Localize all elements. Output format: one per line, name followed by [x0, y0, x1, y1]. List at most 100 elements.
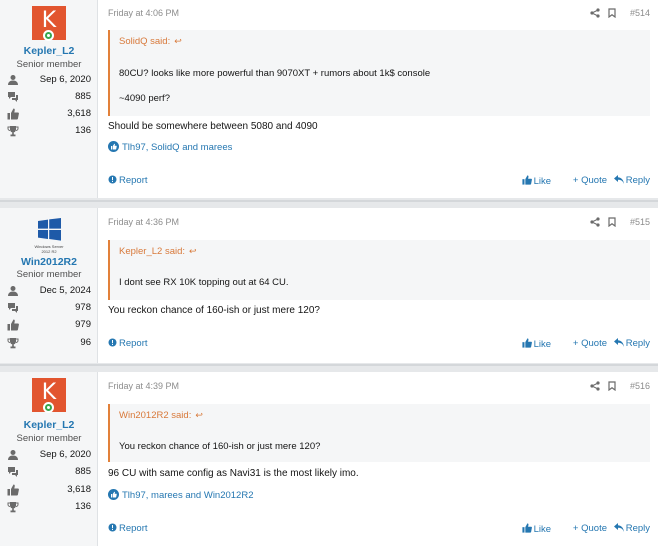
like-label[interactable]: Like [534, 339, 551, 350]
quote-block: Win2012R2 said: ↩ You reckon chance of 16… [108, 404, 650, 462]
like-label[interactable]: Like [534, 176, 551, 187]
quote-line: ~4090 perf? [119, 93, 170, 104]
quote-line: I dont see RX 10K topping out at 64 CU. [119, 277, 289, 288]
quote-author[interactable]: Win2012R2 said: ↩ [110, 404, 650, 426]
report-link[interactable]: Report [108, 338, 148, 349]
reply-icon [613, 338, 624, 347]
stat-points: 136 [7, 501, 91, 513]
like-reaction-icon [108, 141, 119, 152]
avatar-caption: Windows Server 2012 R2 [34, 244, 64, 254]
messages-icon [8, 92, 18, 102]
post-actions-top: #515 [590, 217, 650, 229]
username-link[interactable]: Win2012R2 [0, 256, 98, 268]
quote-button[interactable]: + Quote [573, 338, 607, 349]
quote-line: 80CU? looks like more powerful than 9070… [119, 68, 431, 79]
bookmark-icon[interactable] [608, 217, 616, 228]
joined-date: Sep 6, 2020 [39, 74, 91, 85]
user-panel: Windows Server 2012 R2 Win2012R2 Senior … [0, 208, 98, 363]
like-button[interactable]: Like [521, 175, 551, 187]
quote-block: SolidQ said: ↩ 80CU? looks like more powe… [108, 30, 650, 116]
post-message: Should be somewhere between 5080 and 409… [108, 121, 318, 132]
like-button[interactable]: Like [521, 523, 551, 535]
quote-author[interactable]: Kepler_L2 said: ↩ [110, 240, 650, 262]
quote-author-label[interactable]: Kepler_L2 said: [119, 246, 185, 257]
user-icon [8, 286, 18, 296]
report-label[interactable]: Report [119, 523, 148, 534]
quote-button[interactable]: + Quote [573, 175, 607, 186]
report-label[interactable]: Report [119, 175, 148, 186]
thumbs-up-icon [7, 108, 19, 120]
post-date[interactable]: Friday at 4:06 PM [108, 8, 179, 18]
like-label[interactable]: Like [534, 524, 551, 535]
user-panel: K Kepler_L2 Senior member Sep 6, 2020 88… [0, 372, 98, 546]
reaction-count: 3,618 [67, 484, 91, 495]
quote-author[interactable]: SolidQ said: ↩ [110, 30, 650, 52]
report-label[interactable]: Report [119, 338, 148, 349]
report-icon [108, 338, 117, 347]
post-separator [0, 364, 658, 366]
joined-date: Dec 5, 2024 [39, 285, 91, 296]
thumbs-up-icon [7, 319, 19, 331]
reply-button[interactable]: Reply [613, 338, 650, 349]
quote-author-label[interactable]: Win2012R2 said: [119, 410, 191, 421]
message-count: 978 [75, 302, 91, 313]
messages-icon [8, 467, 18, 477]
share-icon[interactable] [590, 381, 600, 391]
user-title: Senior member [16, 269, 82, 280]
quote-jump-icon[interactable]: ↩ [195, 410, 203, 420]
report-icon [108, 175, 117, 184]
post: Windows Server 2012 R2 Win2012R2 Senior … [0, 208, 658, 363]
post-number[interactable]: #515 [630, 217, 650, 227]
reply-button[interactable]: Reply [613, 175, 650, 186]
report-link[interactable]: Report [108, 175, 148, 186]
bookmark-icon[interactable] [608, 381, 616, 392]
like-button[interactable]: Like [521, 338, 551, 350]
post: K Kepler_L2 Senior member Sep 6, 2020 88… [0, 372, 658, 546]
reaction-summary[interactable]: Tlh97, marees and Win2012R2 [108, 489, 254, 501]
reply-label[interactable]: Reply [626, 338, 650, 349]
username-link[interactable]: Kepler_L2 [0, 419, 98, 431]
user-title: Senior member [16, 433, 82, 444]
post-date[interactable]: Friday at 4:36 PM [108, 217, 179, 227]
user-icon [8, 75, 18, 85]
reaction-users[interactable]: Tlh97, SolidQ and marees [122, 142, 232, 153]
bookmark-icon[interactable] [608, 8, 616, 19]
user-panel: K Kepler_L2 Senior member Sep 6, 2020 88… [0, 0, 98, 198]
reaction-summary[interactable]: Tlh97, SolidQ and marees [108, 141, 232, 153]
post-number[interactable]: #514 [630, 8, 650, 18]
post-date[interactable]: Friday at 4:39 PM [108, 381, 179, 391]
quote-button[interactable]: + Quote [573, 523, 607, 534]
quote-jump-icon[interactable]: ↩ [174, 36, 182, 46]
report-link[interactable]: Report [108, 523, 148, 534]
avatar[interactable]: Windows Server 2012 R2 [34, 217, 64, 254]
online-badge-icon [43, 402, 54, 413]
quote-author-label[interactable]: SolidQ said: [119, 36, 170, 47]
points-count: 136 [75, 501, 91, 512]
messages-icon [8, 303, 18, 313]
quote-jump-icon[interactable]: ↩ [189, 246, 197, 256]
reaction-users[interactable]: Tlh97, marees and Win2012R2 [122, 490, 254, 501]
reply-label[interactable]: Reply [626, 523, 650, 534]
share-icon[interactable] [590, 217, 600, 227]
post-number[interactable]: #516 [630, 381, 650, 391]
reply-label[interactable]: Reply [626, 175, 650, 186]
post-footer: Report Like + Quote Reply [108, 523, 650, 535]
username-link[interactable]: Kepler_L2 [0, 45, 98, 57]
thumbs-up-icon [521, 338, 532, 348]
post-footer: Report Like + Quote Reply [108, 338, 650, 350]
stat-points: 136 [7, 125, 91, 137]
like-reaction-icon [108, 489, 119, 500]
post-separator [0, 200, 658, 202]
post-message: 96 CU with same config as Navi31 is the … [108, 468, 359, 479]
message-count: 885 [75, 91, 91, 102]
reply-button[interactable]: Reply [613, 523, 650, 534]
post-message: You reckon chance of 160-ish or just mer… [108, 305, 320, 316]
points-count: 136 [75, 125, 91, 136]
stat-joined: Sep 6, 2020 [7, 449, 91, 461]
stat-reactions: 3,618 [7, 484, 91, 496]
reaction-count: 3,618 [67, 108, 91, 119]
report-icon [108, 523, 117, 532]
joined-date: Sep 6, 2020 [39, 449, 91, 460]
share-icon[interactable] [590, 8, 600, 18]
post-footer: Report Like + Quote Reply [108, 175, 650, 187]
